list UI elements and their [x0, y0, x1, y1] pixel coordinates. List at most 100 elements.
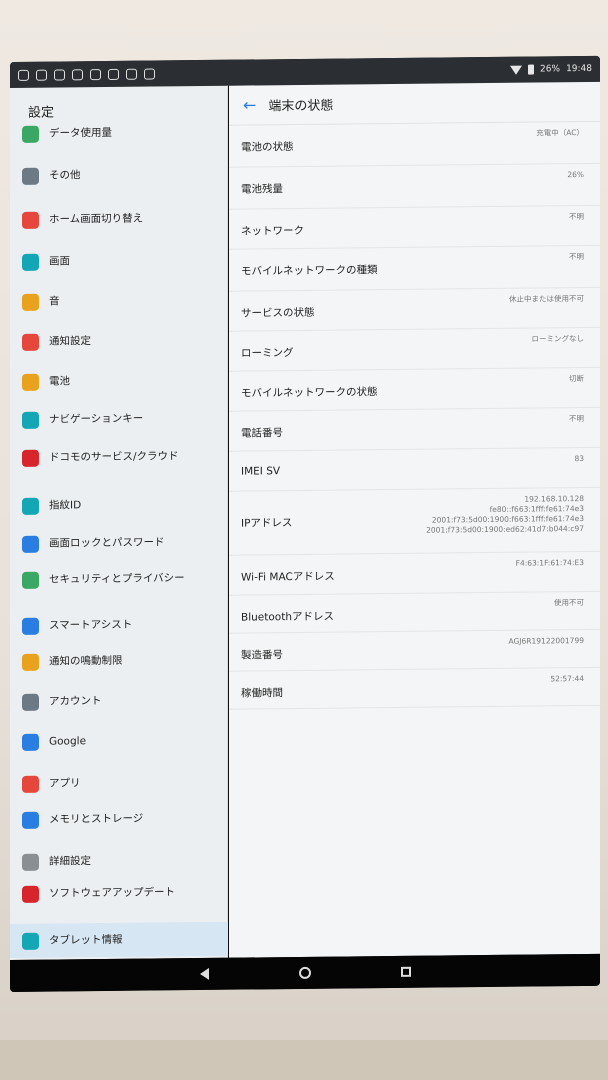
sidebar-item[interactable]: スマートアシスト: [22, 616, 222, 635]
status-row-label: 電池の状態: [241, 141, 294, 154]
notification-icon: [108, 68, 119, 80]
navigation-bar: [10, 953, 600, 992]
status-row-label: IMEI SV: [241, 465, 281, 478]
status-row-label: ローミング: [241, 347, 294, 360]
nav-back-button[interactable]: [199, 967, 209, 981]
status-row-label: Wi-Fi MACアドレス: [241, 570, 335, 584]
sidebar-item[interactable]: タブレット情報: [10, 921, 228, 958]
sidebar-item[interactable]: 指紋ID: [22, 496, 222, 515]
sidebar-item-label: アプリ: [49, 777, 81, 790]
sidebar-item-label: Google: [49, 735, 87, 748]
sidebar-item[interactable]: アカウント: [22, 692, 222, 711]
status-row-value: 切断: [569, 373, 584, 384]
sidebar-item[interactable]: データ使用量: [22, 124, 222, 143]
sidebar-item[interactable]: 画面: [22, 252, 222, 271]
status-row: Bluetoothアドレス 使用不可: [229, 591, 600, 634]
sidebar-item[interactable]: アプリ: [22, 774, 222, 793]
sidebar-item[interactable]: 電池: [22, 372, 222, 391]
sidebar-title: 設定: [28, 105, 55, 121]
sidebar-item-label: スマートアシスト: [49, 618, 133, 632]
sidebar-item[interactable]: その他: [22, 166, 222, 185]
sidebar-item-label: 音: [49, 295, 60, 308]
status-row: IMEI SV 83: [229, 447, 600, 492]
sidebar-item[interactable]: 画面ロックとパスワード: [22, 534, 222, 553]
sidebar-item-label: ドコモのサービス/クラウド: [49, 450, 179, 464]
sidebar-item[interactable]: 通知の鳴動制限: [22, 652, 222, 671]
device-status-panel: ← 端末の状態 電池の状態 充電中（AC） 電池残量 26% ネットワーク 不明 モバイルネ…: [229, 81, 600, 958]
status-row-value: 52:57:44: [550, 673, 584, 684]
status-row-value: 83: [574, 453, 584, 464]
sidebar-item-label: 通知設定: [49, 335, 91, 348]
sidebar-item[interactable]: Google: [22, 732, 222, 751]
notification-icon: [90, 68, 101, 80]
settings-category-icon: [22, 125, 39, 143]
status-row-value: 使用不可: [554, 597, 584, 608]
settings-category-icon: [22, 617, 39, 635]
notification-icon: [72, 68, 83, 80]
battery-percent: 26%: [540, 64, 561, 75]
sidebar-item[interactable]: 通知設定: [22, 332, 222, 351]
notification-icon: [18, 69, 29, 81]
nav-home-button[interactable]: [298, 966, 311, 979]
status-row-label: モバイルネットワークの種類: [241, 264, 378, 278]
settings-category-icon: [22, 253, 39, 271]
panel-header: ← 端末の状態: [229, 81, 600, 126]
page-title: 端末の状態: [268, 98, 334, 115]
sidebar-item-label: ホーム画面切り替え: [49, 212, 144, 226]
sidebar-item[interactable]: 詳細設定: [22, 852, 222, 871]
settings-category-icon: [22, 811, 39, 829]
sidebar-item-label: 詳細設定: [49, 855, 91, 868]
sidebar-item[interactable]: セキュリティとプライバシー: [22, 570, 222, 589]
settings-category-icon: [22, 333, 39, 351]
wifi-icon: [510, 65, 523, 75]
sidebar-item[interactable]: ドコモのサービス/クラウド: [22, 448, 222, 467]
status-row: 電話番号 不明: [229, 407, 600, 452]
tablet-screen: 26% 19:48 設定 データ使用量 その他 ホーム画面切り替え 画面音通知設定 電池…: [10, 55, 600, 993]
sidebar-item-label: 画面: [49, 255, 70, 268]
back-arrow-icon[interactable]: ←: [243, 95, 256, 114]
settings-category-icon: [22, 853, 39, 871]
status-row: 製造番号 AGJ6R19122001799: [229, 629, 600, 672]
sidebar-item-label: セキュリティとプライバシー: [49, 572, 185, 586]
settings-category-icon: [22, 932, 39, 950]
sidebar-item[interactable]: メモリとストレージ: [22, 810, 222, 829]
sidebar-item-label: データ使用量: [49, 126, 112, 140]
clock: 19:48: [566, 63, 592, 75]
tablet-bezel-bottom: [0, 1040, 608, 1080]
settings-category-icon: [22, 571, 39, 589]
sidebar-item-label: ソフトウェアアップデート: [49, 886, 175, 900]
settings-category-icon: [22, 449, 39, 467]
notification-icon: [54, 68, 65, 81]
status-row: ネットワーク 不明: [229, 205, 600, 250]
notification-icon: [36, 69, 47, 81]
nav-recents-button[interactable]: [400, 966, 411, 977]
status-row-value: 休止中または使用不可: [509, 293, 584, 304]
status-row-value: 192.168.10.128 fe80::f663:1fff:fe61:74e3 2…: [426, 493, 584, 535]
status-row-label: 電話番号: [241, 427, 283, 440]
status-row-value: F4:63:1F:61:74:E3: [515, 557, 584, 568]
notification-icon: [144, 67, 155, 80]
status-right: 26% 19:48: [510, 64, 592, 75]
settings-category-icon: [22, 653, 39, 671]
settings-category-icon: [22, 885, 39, 903]
sidebar-item-label: メモリとストレージ: [49, 812, 144, 826]
sidebar-item-label: アカウント: [49, 695, 102, 708]
sidebar-item-label: ナビゲーションキー: [49, 412, 144, 426]
status-row: 稼働時間 52:57:44: [229, 667, 600, 710]
sidebar-item-label: 画面ロックとパスワード: [49, 536, 165, 550]
sidebar-item[interactable]: ナビゲーションキー: [22, 410, 222, 429]
notification-icons: [18, 67, 155, 81]
sidebar-item-label: 電池: [49, 375, 70, 388]
settings-category-icon: [22, 733, 39, 751]
status-row-label: Bluetoothアドレス: [241, 610, 334, 624]
status-row-label: 稼働時間: [241, 687, 283, 700]
sidebar-item[interactable]: 音: [22, 292, 222, 311]
settings-category-icon: [22, 693, 39, 711]
sidebar-item[interactable]: ホーム画面切り替え: [22, 210, 222, 229]
notification-icon: [126, 68, 137, 80]
settings-category-icon: [22, 293, 39, 311]
sidebar-item[interactable]: ソフトウェアアップデート: [22, 884, 222, 903]
status-row: サービスの状態 休止中または使用不可: [229, 287, 600, 332]
status-row-value: 26%: [567, 169, 584, 180]
status-row: モバイルネットワークの状態 切断: [229, 367, 600, 412]
